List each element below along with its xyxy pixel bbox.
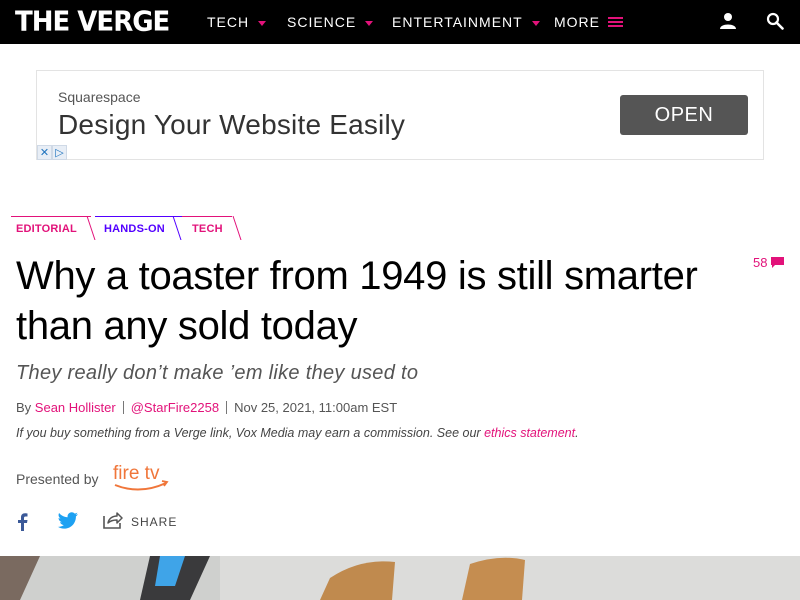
chevron-down-icon [258,20,267,26]
divider [122,401,124,414]
chevron-down-icon [531,20,540,26]
byline: By Sean Hollister @StarFire2258 Nov 25, … [16,400,397,415]
publish-date: Nov 25, 2021, 11:00am EST [234,400,398,415]
breadcrumb-separator [232,216,242,240]
byline-prefix: By [16,400,32,415]
nav-item-label: MORE [554,14,600,30]
nav-item-label: ENTERTAINMENT [392,14,523,30]
author-twitter-link[interactable]: @StarFire2258 [131,400,219,415]
ad-brand: Squarespace [58,89,141,105]
user-icon[interactable] [719,12,737,30]
article-title: Why a toaster from 1949 is still smarter… [16,254,698,348]
affiliate-disclaimer: If you buy something from a Verge link, … [16,426,579,440]
breadcrumb-label: HANDS-ON [104,223,165,235]
menu-icon [608,17,623,27]
top-navigation: THE VERGE TECH SCIENCE ENTERTAINMENT MOR… [0,0,800,44]
adchoices-icon[interactable]: ▷ [52,145,67,160]
breadcrumb-tech[interactable]: TECH [182,216,232,240]
nav-item-entertainment[interactable]: ENTERTAINMENT [392,0,540,44]
comments-link[interactable]: 58 [753,255,785,270]
share-bar: SHARE [14,510,176,534]
comment-count: 58 [753,255,768,270]
divider [226,401,228,414]
adchoices[interactable]: ✕ ▷ [37,145,67,160]
article-subtitle: They really don’t make ’em like they use… [16,362,419,384]
search-icon[interactable] [766,12,784,30]
facebook-icon[interactable] [14,513,30,531]
nav-item-label: TECH [207,14,250,30]
presented-by-label: Presented by [16,471,99,487]
close-icon[interactable]: ✕ [37,145,52,160]
ethics-statement-link[interactable]: ethics statement [484,426,575,440]
site-logo[interactable]: THE VERGE [15,6,170,38]
nav-item-more[interactable]: MORE [554,0,623,44]
svg-text:fire tv: fire tv [113,463,160,484]
nav-item-tech[interactable]: TECH [207,0,267,44]
share-icon[interactable] [101,510,123,530]
chevron-down-icon [365,20,374,26]
nav-item-label: SCIENCE [287,14,357,30]
ad-headline: Design Your Website Easily [58,109,406,140]
ad-open-button[interactable]: OPEN [620,95,748,135]
author-link[interactable]: Sean Hollister [35,400,116,415]
twitter-icon[interactable] [57,512,79,530]
disclaimer-end: . [575,426,579,440]
breadcrumb-label: TECH [192,223,223,235]
hero-image [0,556,800,600]
breadcrumb-separator [172,216,182,240]
fire-tv-logo[interactable]: fire tv [112,461,170,493]
advertisement-banner[interactable]: Squarespace Design Your Website Easily O… [36,70,764,160]
nav-item-science[interactable]: SCIENCE [287,0,374,44]
comment-icon [771,256,785,268]
share-label[interactable]: SHARE [131,515,177,529]
breadcrumb-editorial[interactable]: EDITORIAL [11,216,91,240]
disclaimer-text: If you buy something from a Verge link, … [16,426,481,440]
breadcrumb-label: EDITORIAL [16,223,77,235]
